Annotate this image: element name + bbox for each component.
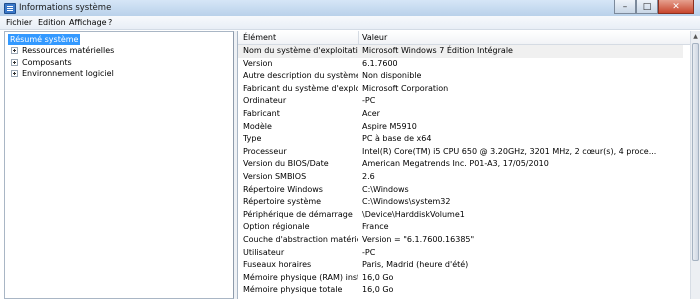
table-row[interactable]: Processeur Intel(R) Core(TM) i5 CPU 650 @… <box>238 146 683 159</box>
element-cell: Répertoire Windows <box>243 184 323 194</box>
table-row[interactable]: Répertoire système C:\Windows\system32 <box>238 196 683 209</box>
vertical-scrollbar[interactable]: ▲ <box>690 31 700 299</box>
value-cell: Intel(R) Core(TM) i5 CPU 650 @ 3.20GHz, … <box>362 146 657 156</box>
tree-item-label: Ressources matérielles <box>22 46 115 55</box>
element-cell: Autre description du système d... <box>243 71 358 81</box>
value-cell: -PC <box>362 247 376 257</box>
column-header-valeur[interactable]: Valeur <box>362 32 387 43</box>
value-cell: 6.1.7600 <box>362 58 398 68</box>
value-cell: 16,0 Go <box>362 285 394 295</box>
element-cell: Mémoire physique (RAM) instal... <box>243 272 358 282</box>
window-title: Informations système <box>19 3 112 13</box>
menu-fichier[interactable]: Fichier <box>6 17 32 28</box>
column-header-element[interactable]: Élément <box>243 32 276 43</box>
maximize-button[interactable]: □ <box>636 0 658 14</box>
table-header: Élément Valeur <box>238 31 700 45</box>
table-row[interactable]: Répertoire Windows C:\Windows <box>238 184 683 197</box>
expand-icon[interactable] <box>11 70 18 77</box>
tree-item-label: Résumé système <box>8 34 81 45</box>
value-cell: Microsoft Windows 7 Édition Intégrale <box>362 46 513 55</box>
menu-edition[interactable]: Edition <box>38 17 66 28</box>
element-cell: Fabricant du système d'exploit... <box>243 83 358 93</box>
tree-item-composants[interactable]: Composants <box>11 57 72 68</box>
table-row[interactable]: Ordinateur -PC <box>238 95 683 108</box>
element-cell: Version du BIOS/Date <box>243 159 329 169</box>
table-row[interactable]: Nom du système d'exploitation Microsoft W… <box>238 45 683 58</box>
element-cell: Répertoire système <box>243 197 322 207</box>
element-cell: Processeur <box>243 146 287 156</box>
table-row[interactable]: Couche d'abstraction matérielle Version =… <box>238 234 683 247</box>
column-divider[interactable] <box>358 31 359 44</box>
element-cell: Périphérique de démarrage <box>243 209 353 219</box>
element-cell: Type <box>243 134 262 144</box>
table-row[interactable]: Mémoire physique totale 16,0 Go <box>238 284 683 297</box>
table-row[interactable]: Type PC à base de x64 <box>238 133 683 146</box>
element-cell: Fabricant <box>243 109 280 118</box>
element-cell: Version <box>243 58 273 68</box>
value-cell: 16,0 Go <box>362 272 394 282</box>
table-row[interactable]: Fabricant du système d'exploit... Microso… <box>238 83 683 96</box>
table-row[interactable]: Option régionale France <box>238 221 683 234</box>
menu-bar: Fichier Edition Affichage ? <box>0 16 700 30</box>
tree-item-resume-systeme[interactable]: Résumé système <box>8 34 81 45</box>
value-cell: Non disponible <box>362 71 422 81</box>
value-cell: -PC <box>362 96 376 106</box>
value-cell: Acer <box>362 109 380 118</box>
table-row[interactable]: Version du BIOS/Date American Megatrends … <box>238 158 683 171</box>
tree-item-ressources-materielles[interactable]: Ressources matérielles <box>11 45 114 56</box>
scrollbar-thumb[interactable] <box>692 43 699 261</box>
scroll-up-arrow-icon[interactable]: ▲ <box>692 32 699 41</box>
element-cell: Modèle <box>243 121 272 131</box>
menu-help[interactable]: ? <box>108 17 112 28</box>
table-row[interactable]: Fuseaux horaires Paris, Madrid (heure d'é… <box>238 259 683 272</box>
element-cell: Mémoire physique totale <box>243 285 343 295</box>
value-cell: Aspire M5910 <box>362 121 417 131</box>
element-cell: Nom du système d'exploitation <box>243 46 358 55</box>
value-cell: PC à base de x64 <box>362 134 432 144</box>
value-cell: \Device\HarddiskVolume1 <box>362 209 465 219</box>
window-controls: – □ ✕ <box>614 0 694 14</box>
category-tree[interactable]: Résumé système Ressources matérielles Co… <box>4 31 234 299</box>
element-cell: Couche d'abstraction matérielle <box>243 235 358 244</box>
table-row[interactable]: Utilisateur -PC <box>238 247 683 260</box>
element-cell: Fuseaux horaires <box>243 260 312 270</box>
table-row[interactable]: Modèle Aspire M5910 <box>238 121 683 134</box>
tree-item-environnement-logiciel[interactable]: Environnement logiciel <box>11 68 114 79</box>
element-cell: Option régionale <box>243 222 310 232</box>
system-info-icon <box>4 3 16 14</box>
close-button[interactable]: ✕ <box>658 0 694 14</box>
summary-table: Élément Valeur Nom du système d'exploita… <box>237 31 700 299</box>
value-cell: C:\Windows\system32 <box>362 197 451 207</box>
expand-icon[interactable] <box>11 58 18 66</box>
element-cell: Ordinateur <box>243 96 287 106</box>
table-row[interactable]: Périphérique de démarrage \Device\Harddis… <box>238 209 683 222</box>
value-cell: Version = "6.1.7600.16385" <box>362 235 475 244</box>
value-cell: 2.6 <box>362 172 375 181</box>
tree-item-label: Composants <box>22 57 72 67</box>
value-cell: Microsoft Corporation <box>362 83 449 93</box>
minimize-button[interactable]: – <box>614 0 636 14</box>
element-cell: Version SMBIOS <box>243 172 307 181</box>
title-bar: Informations système – □ ✕ <box>0 0 700 16</box>
table-row[interactable]: Version SMBIOS 2.6 <box>238 171 683 184</box>
tree-item-label: Environnement logiciel <box>22 69 114 78</box>
value-cell: American Megatrends Inc. P01-A3, 17/05/2… <box>362 159 549 169</box>
expand-icon[interactable] <box>11 47 18 54</box>
menu-affichage[interactable]: Affichage <box>69 17 107 28</box>
table-row[interactable]: Version 6.1.7600 <box>238 58 683 71</box>
table-row[interactable]: Mémoire physique (RAM) instal... 16,0 Go <box>238 272 683 285</box>
value-cell: Paris, Madrid (heure d'été) <box>362 260 469 270</box>
value-cell: C:\Windows <box>362 184 409 194</box>
value-cell: France <box>362 222 389 232</box>
table-row[interactable]: Fabricant Acer <box>238 108 683 121</box>
table-row[interactable]: Autre description du système d... Non dis… <box>238 70 683 83</box>
element-cell: Utilisateur <box>243 247 285 257</box>
